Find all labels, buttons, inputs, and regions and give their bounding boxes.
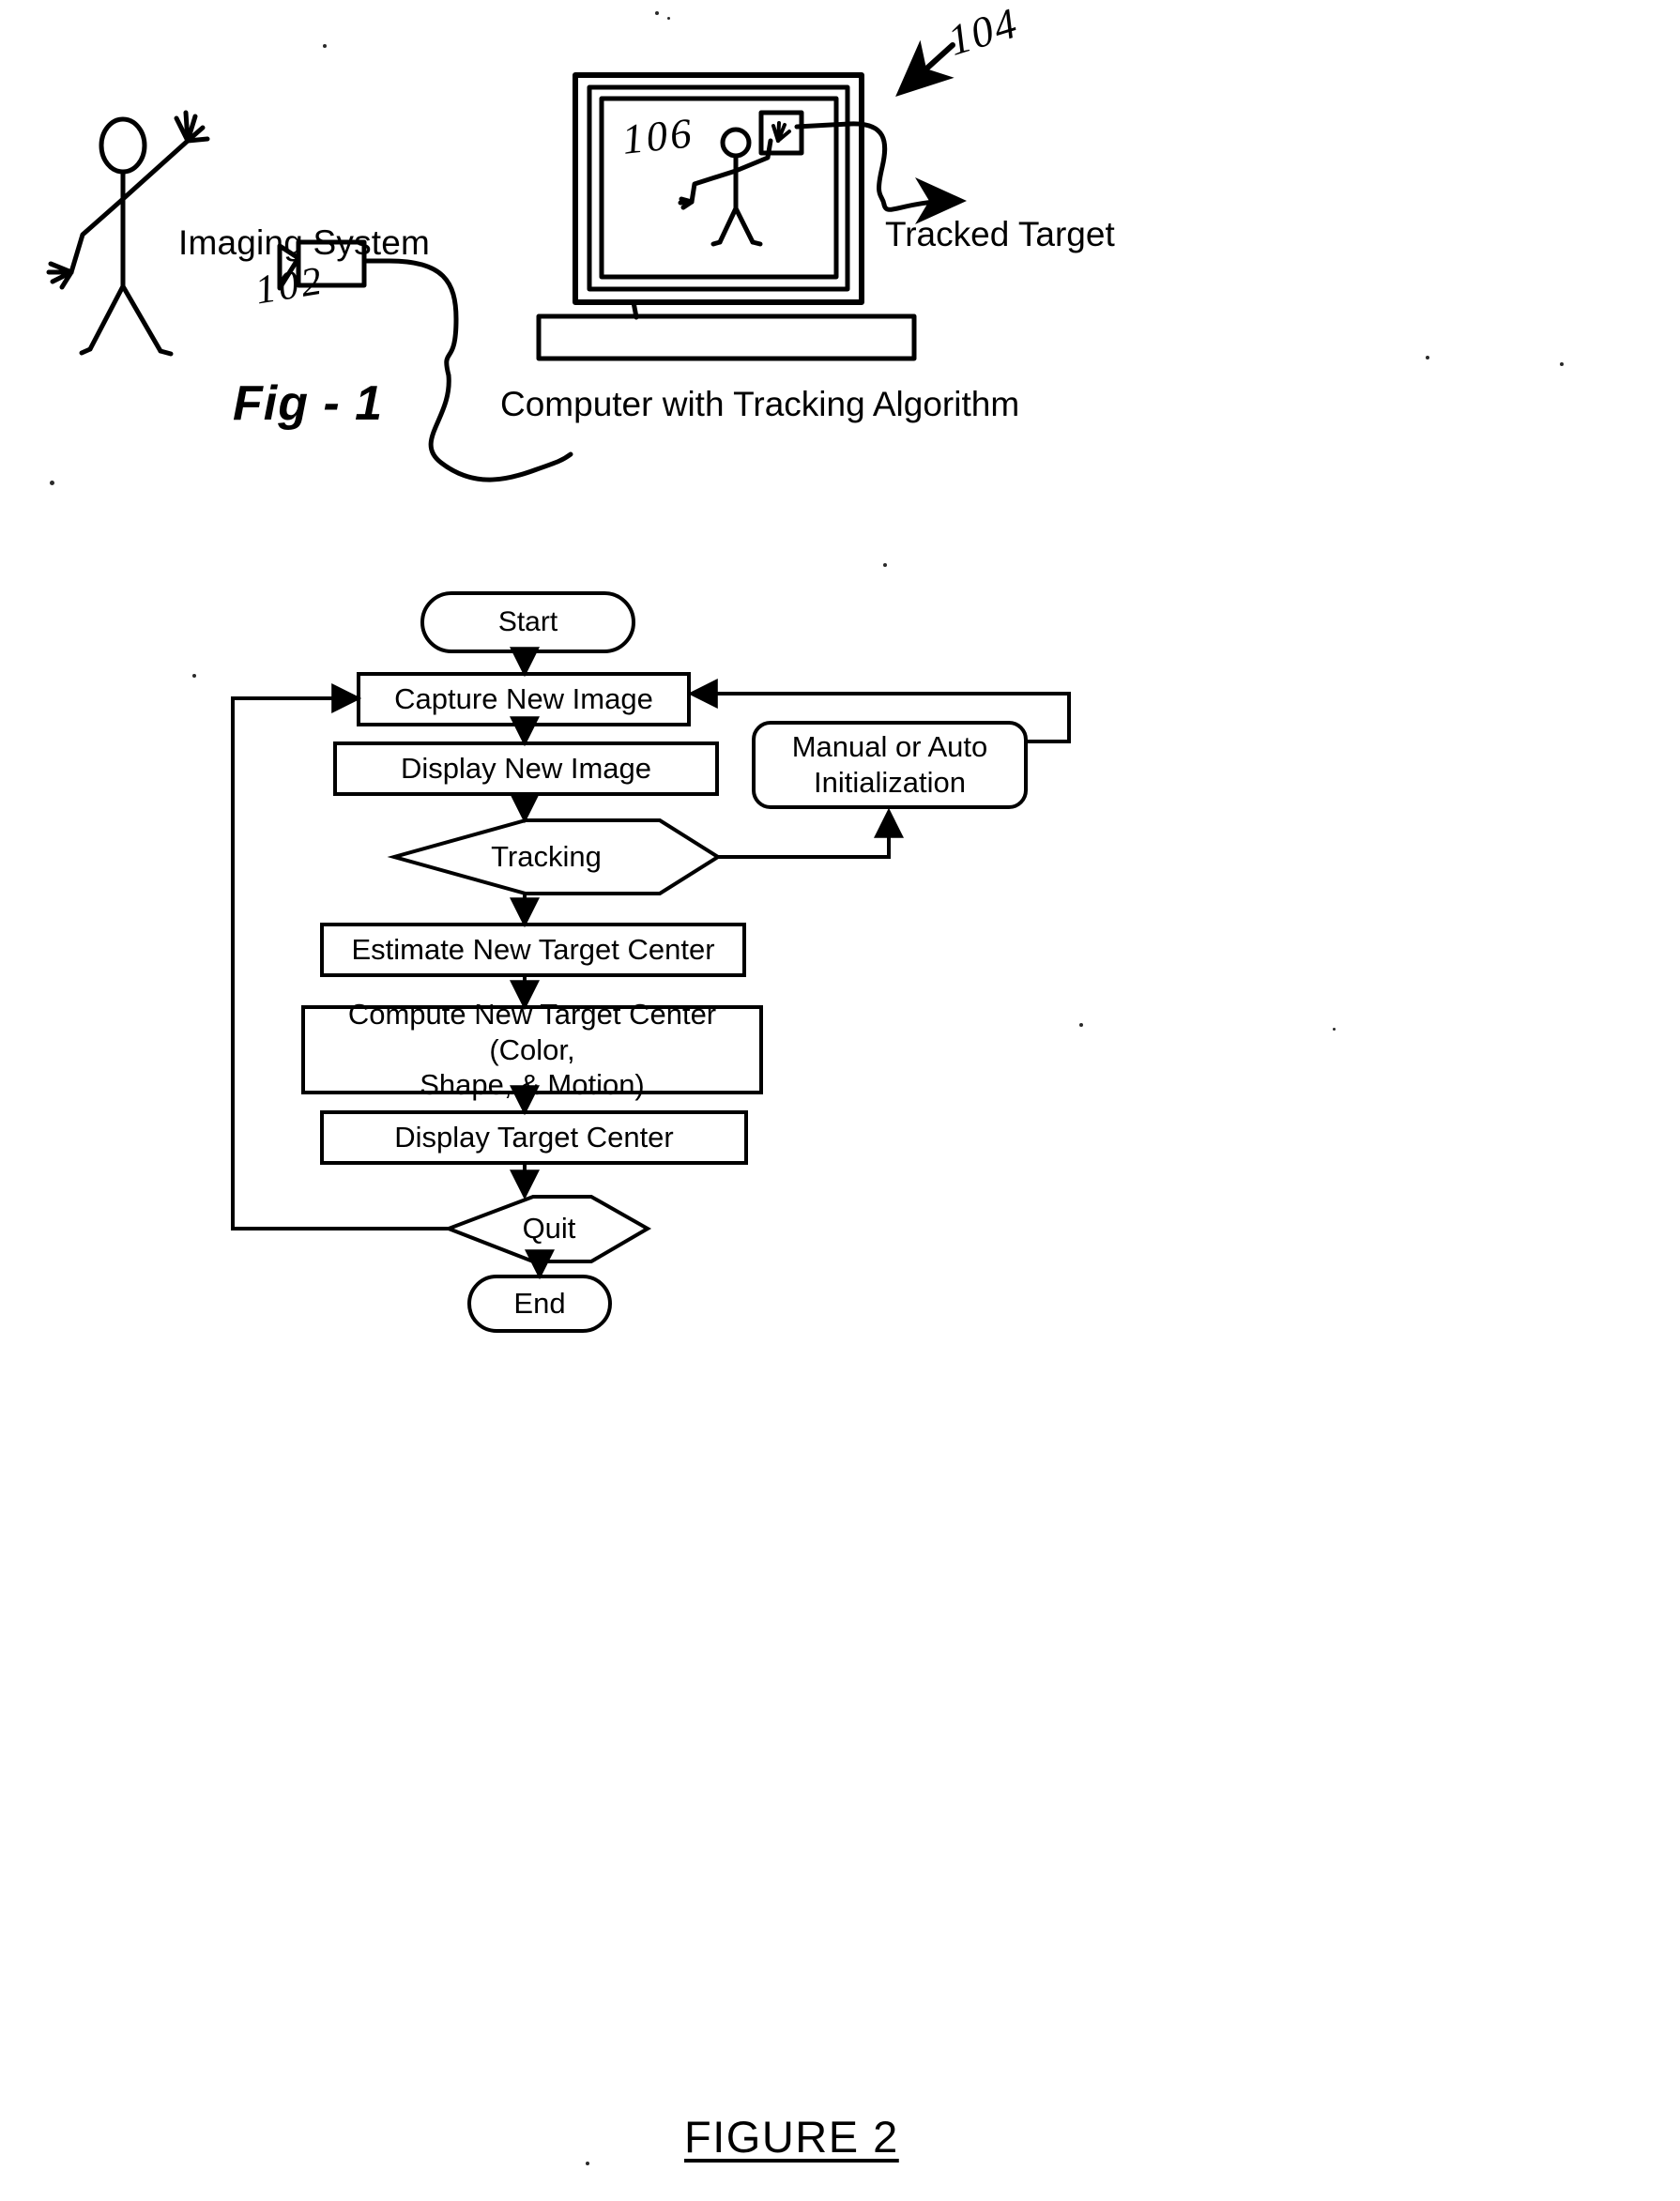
node-init-shape — [752, 721, 1028, 809]
scan-speck — [50, 481, 54, 485]
figure-2-flowchart — [231, 591, 1071, 1333]
node-tracking-shape — [387, 818, 722, 895]
scan-speck — [586, 2162, 589, 2165]
node-end-shape — [467, 1275, 612, 1333]
node-compute-shape — [301, 1005, 763, 1094]
scan-speck — [192, 674, 196, 678]
scan-speck — [883, 563, 887, 567]
scan-speck — [667, 17, 670, 20]
node-quit-shape — [443, 1195, 652, 1263]
figure-2-caption: FIGURE 2 — [684, 2112, 899, 2162]
node-start-shape — [420, 591, 635, 653]
scan-speck — [323, 44, 327, 48]
edge-tracking-init — [718, 807, 904, 859]
scan-speck — [1333, 1028, 1336, 1031]
patent-drawing-page: Imaging System 102 104 106 Tracked Targe… — [0, 0, 1680, 2201]
node-display-shape — [333, 741, 719, 796]
scan-speck — [655, 11, 659, 15]
node-capture-shape — [357, 672, 691, 726]
scan-speck — [1426, 356, 1429, 359]
node-estimate-shape — [320, 923, 746, 977]
scan-speck — [1560, 362, 1564, 366]
node-displaytc-shape — [320, 1110, 748, 1165]
scan-speck — [1079, 1023, 1083, 1027]
